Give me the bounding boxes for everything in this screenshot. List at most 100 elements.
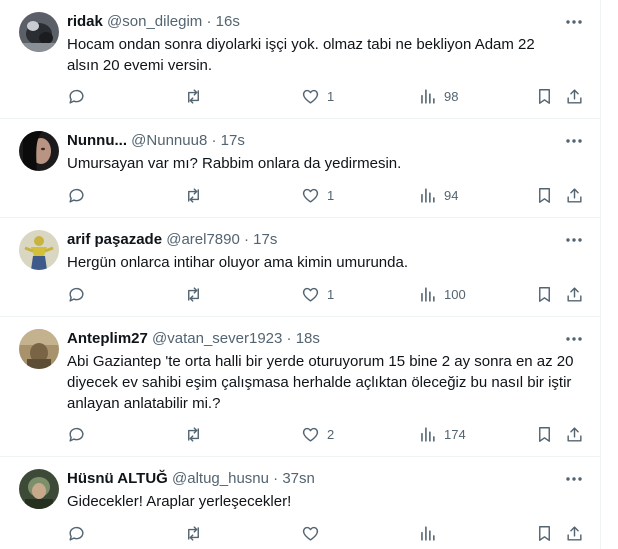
timestamp[interactable]: 18s	[296, 330, 320, 347]
tweet[interactable]: ridak @son_dilegim · 16s Hocam ondan son…	[0, 0, 600, 119]
avatar[interactable]	[19, 131, 59, 171]
retweet-icon	[188, 525, 199, 541]
more-dots-icon	[566, 337, 582, 341]
tweet-header: Hüsnü ALTUĞ @altug_husnu · 37sn	[67, 469, 556, 489]
views-button[interactable]: 100	[418, 283, 466, 305]
tweet-text: Umursayan var mı? Rabbim onlara da yedir…	[67, 155, 402, 172]
avatar[interactable]	[19, 12, 59, 52]
share-button[interactable]	[565, 423, 584, 445]
retweet-icon	[188, 88, 199, 104]
timestamp[interactable]: 37sn	[282, 470, 315, 487]
reply-button[interactable]	[67, 85, 93, 107]
tweet-text: Hocam ondan sonra diyolarki işçi yok. ol…	[67, 36, 535, 74]
more-options-button[interactable]	[564, 131, 584, 151]
tweet-text: Gidecekler! Araplar yerleşecekler!	[67, 493, 292, 510]
retweet-button[interactable]	[184, 522, 210, 544]
reply-button[interactable]	[67, 522, 93, 544]
separator: ·	[244, 231, 249, 248]
like-button[interactable]: 2	[301, 423, 334, 445]
reply-button[interactable]	[67, 283, 93, 305]
timeline: ridak @son_dilegim · 16s Hocam ondan son…	[0, 0, 601, 549]
author-handle[interactable]: @Nunnuu8	[131, 132, 207, 149]
share-button[interactable]	[565, 522, 584, 544]
more-dots-icon	[566, 20, 582, 24]
tweet[interactable]: Hüsnü ALTUĞ @altug_husnu · 37sn Gidecekl…	[0, 457, 600, 549]
like-button[interactable]: 1	[301, 184, 334, 206]
action-bar: 2 174	[60, 423, 600, 445]
author-name[interactable]: arif paşazade	[67, 231, 162, 248]
retweet-button[interactable]	[184, 423, 210, 445]
view-count: 100	[444, 286, 466, 302]
heart-icon	[302, 526, 319, 541]
views-button[interactable]: 174	[418, 423, 466, 445]
share-button[interactable]	[565, 184, 584, 206]
bookmark-button[interactable]	[535, 85, 554, 107]
more-options-button[interactable]	[564, 12, 584, 32]
share-button[interactable]	[565, 283, 584, 305]
views-button[interactable]: 94	[418, 184, 458, 206]
bookmark-icon	[539, 426, 550, 442]
views-chart-icon	[421, 286, 435, 302]
avatar[interactable]	[19, 469, 59, 509]
tweet[interactable]: arif paşazade @arel7890 · 17s Hergün onl…	[0, 218, 600, 317]
views-chart-icon	[421, 187, 435, 203]
separator: ·	[211, 132, 217, 149]
reply-icon	[69, 427, 84, 442]
views-button[interactable]: 98	[418, 85, 458, 107]
like-count: 1	[327, 88, 335, 104]
timestamp[interactable]: 17s	[253, 231, 277, 248]
retweet-button[interactable]	[184, 283, 210, 305]
bookmark-icon	[539, 88, 550, 104]
author-name[interactable]: Anteplim27	[67, 330, 148, 347]
like-button[interactable]: 1	[301, 85, 334, 107]
action-bar: 1 94	[60, 184, 600, 206]
view-count: 94	[444, 187, 459, 203]
share-button[interactable]	[565, 85, 584, 107]
avatar[interactable]	[19, 329, 59, 369]
author-handle[interactable]: @arel7890	[166, 231, 240, 248]
view-count: 98	[444, 88, 459, 104]
timestamp[interactable]: 17s	[221, 132, 245, 149]
more-options-button[interactable]	[564, 329, 584, 349]
action-bar	[60, 522, 600, 544]
retweet-button[interactable]	[184, 184, 210, 206]
timestamp[interactable]: 16s	[216, 13, 240, 30]
bookmark-icon	[539, 286, 550, 302]
author-name[interactable]: Hüsnü ALTUĞ	[67, 470, 168, 487]
tweet-text: Hergün onlarca intihar oluyor ama kimin …	[67, 254, 409, 271]
reply-button[interactable]	[67, 184, 93, 206]
bookmark-icon	[539, 187, 550, 203]
bookmark-button[interactable]	[535, 184, 554, 206]
share-icon	[567, 286, 582, 302]
more-options-button[interactable]	[564, 230, 584, 250]
heart-icon	[302, 427, 319, 442]
share-icon	[567, 525, 582, 541]
tweet-header: ridak @son_dilegim · 16s	[67, 12, 556, 32]
share-icon	[567, 187, 582, 203]
views-chart-icon	[421, 525, 435, 541]
heart-icon	[302, 287, 319, 302]
bookmark-button[interactable]	[535, 283, 554, 305]
reply-button[interactable]	[67, 423, 93, 445]
separator: ·	[206, 13, 212, 30]
bookmark-button[interactable]	[535, 423, 554, 445]
more-options-button[interactable]	[564, 469, 584, 489]
author-handle[interactable]: @vatan_sever1923	[152, 330, 282, 347]
tweet[interactable]: Nunnu... @Nunnuu8 · 17s Umursayan var mı…	[0, 119, 600, 218]
tweet-header: Anteplim27 @vatan_sever1923 · 18s	[67, 329, 556, 349]
views-chart-icon	[421, 88, 435, 104]
views-button[interactable]	[418, 522, 444, 544]
retweet-icon	[188, 286, 199, 302]
heart-icon	[302, 89, 319, 104]
tweet[interactable]: Anteplim27 @vatan_sever1923 · 18s Abi Ga…	[0, 317, 600, 457]
like-button[interactable]: 1	[301, 283, 334, 305]
author-handle[interactable]: @son_dilegim	[107, 13, 202, 30]
reply-icon	[69, 188, 84, 203]
author-name[interactable]: Nunnu...	[67, 132, 127, 149]
like-button[interactable]	[301, 522, 327, 544]
retweet-button[interactable]	[184, 85, 210, 107]
avatar[interactable]	[19, 230, 59, 270]
bookmark-button[interactable]	[535, 522, 554, 544]
author-name[interactable]: ridak	[67, 13, 103, 30]
author-handle[interactable]: @altug_husnu	[172, 470, 269, 487]
